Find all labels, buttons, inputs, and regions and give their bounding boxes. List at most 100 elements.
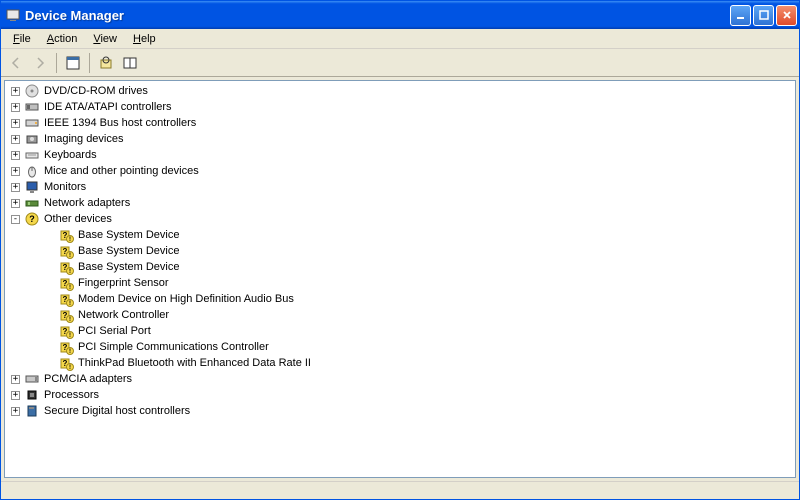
- category-label: IDE ATA/ATAPI controllers: [44, 101, 172, 113]
- category-label: Mice and other pointing devices: [44, 165, 199, 177]
- tree-category[interactable]: + PCMCIA adapters: [5, 371, 795, 387]
- pcmcia-icon: [24, 371, 40, 387]
- device-label: Base System Device: [78, 245, 179, 257]
- tree-category[interactable]: + IDE ATA/ATAPI controllers: [5, 99, 795, 115]
- expand-icon[interactable]: +: [11, 167, 20, 176]
- warning-icon: ?!: [58, 227, 74, 243]
- expand-icon[interactable]: +: [11, 375, 20, 384]
- tree-device[interactable]: ?! Fingerprint Sensor: [5, 275, 795, 291]
- ide-icon: [24, 99, 40, 115]
- device-tree[interactable]: + DVD/CD-ROM drives + IDE ATA/ATAPI control…: [5, 81, 795, 477]
- device-label: PCI Simple Communications Controller: [78, 341, 269, 353]
- expand-icon[interactable]: +: [11, 199, 20, 208]
- tree-category[interactable]: + Secure Digital host controllers: [5, 403, 795, 419]
- back-button: [5, 52, 27, 74]
- tree-category[interactable]: + DVD/CD-ROM drives: [5, 83, 795, 99]
- warning-icon: ?!: [58, 243, 74, 259]
- forward-button: [29, 52, 51, 74]
- device-manager-window: Device Manager File Action View Help + DV…: [0, 0, 800, 500]
- category-label: Imaging devices: [44, 133, 124, 145]
- svg-text:!: !: [69, 365, 71, 371]
- device-label: Fingerprint Sensor: [78, 277, 169, 289]
- category-label: DVD/CD-ROM drives: [44, 85, 148, 97]
- menu-file[interactable]: File: [5, 31, 39, 47]
- expand-icon[interactable]: +: [11, 407, 20, 416]
- category-label: PCMCIA adapters: [44, 373, 132, 385]
- tree-category[interactable]: + Mice and other pointing devices: [5, 163, 795, 179]
- mouse-icon: [24, 163, 40, 179]
- tree-device[interactable]: ?! PCI Simple Communications Controller: [5, 339, 795, 355]
- category-label: IEEE 1394 Bus host controllers: [44, 117, 196, 129]
- warning-icon: ?!: [58, 307, 74, 323]
- statusbar: [1, 481, 799, 499]
- tree-category[interactable]: + Processors: [5, 387, 795, 403]
- app-icon: [5, 7, 21, 23]
- tree-device[interactable]: ?! PCI Serial Port: [5, 323, 795, 339]
- imaging-icon: [24, 131, 40, 147]
- menubar: File Action View Help: [1, 29, 799, 49]
- monitor-icon: [24, 179, 40, 195]
- scan-button[interactable]: [95, 52, 117, 74]
- collapse-icon[interactable]: -: [11, 215, 20, 224]
- tree-category[interactable]: + Keyboards: [5, 147, 795, 163]
- window-controls: [730, 5, 797, 26]
- expand-icon[interactable]: +: [11, 119, 20, 128]
- warning-icon: ?!: [58, 339, 74, 355]
- category-label: Other devices: [44, 213, 112, 225]
- tree-device[interactable]: ?! Network Controller: [5, 307, 795, 323]
- device-label: Base System Device: [78, 229, 179, 241]
- minimize-button[interactable]: [730, 5, 751, 26]
- toolbar-separator: [89, 53, 90, 73]
- tree-category[interactable]: + Imaging devices: [5, 131, 795, 147]
- svg-text:?: ?: [29, 214, 35, 224]
- tree-category-other-devices[interactable]: -? Other devices: [5, 211, 795, 227]
- device-label: PCI Serial Port: [78, 325, 151, 337]
- device-label: ThinkPad Bluetooth with Enhanced Data Ra…: [78, 357, 311, 369]
- expand-icon[interactable]: +: [11, 135, 20, 144]
- sd-icon: [24, 403, 40, 419]
- expand-icon[interactable]: +: [11, 87, 20, 96]
- disc-icon: [24, 83, 40, 99]
- category-label: Secure Digital host controllers: [44, 405, 190, 417]
- tree-device[interactable]: ?! ThinkPad Bluetooth with Enhanced Data …: [5, 355, 795, 371]
- toolbar: [1, 49, 799, 77]
- tree-device[interactable]: ?! Modem Device on High Definition Audio …: [5, 291, 795, 307]
- menu-action[interactable]: Action: [39, 31, 86, 47]
- toolbar-separator: [56, 53, 57, 73]
- warning-icon: ?!: [58, 355, 74, 371]
- expand-icon[interactable]: +: [11, 151, 20, 160]
- tree-device[interactable]: ?! Base System Device: [5, 243, 795, 259]
- expand-icon[interactable]: +: [11, 103, 20, 112]
- device-label: Network Controller: [78, 309, 169, 321]
- warning-icon: ?!: [58, 275, 74, 291]
- expand-icon[interactable]: +: [11, 183, 20, 192]
- category-label: Processors: [44, 389, 99, 401]
- keyboard-icon: [24, 147, 40, 163]
- warning-icon: ?!: [58, 323, 74, 339]
- device-label: Modem Device on High Definition Audio Bu…: [78, 293, 294, 305]
- device-label: Base System Device: [78, 261, 179, 273]
- window-title: Device Manager: [25, 8, 730, 23]
- tree-category[interactable]: + Network adapters: [5, 195, 795, 211]
- ieee-icon: [24, 115, 40, 131]
- cpu-icon: [24, 387, 40, 403]
- close-button[interactable]: [776, 5, 797, 26]
- category-label: Network adapters: [44, 197, 130, 209]
- menu-view[interactable]: View: [85, 31, 125, 47]
- menu-help[interactable]: Help: [125, 31, 164, 47]
- warning-icon: ?!: [58, 291, 74, 307]
- tree-device[interactable]: ?! Base System Device: [5, 227, 795, 243]
- show-hidden-button[interactable]: [119, 52, 141, 74]
- expand-icon[interactable]: +: [11, 391, 20, 400]
- network-icon: [24, 195, 40, 211]
- properties-button[interactable]: [62, 52, 84, 74]
- warning-icon: ?!: [58, 259, 74, 275]
- tree-device[interactable]: ?! Base System Device: [5, 259, 795, 275]
- titlebar[interactable]: Device Manager: [1, 1, 799, 29]
- content-area: + DVD/CD-ROM drives + IDE ATA/ATAPI control…: [4, 80, 796, 478]
- maximize-button[interactable]: [753, 5, 774, 26]
- tree-category[interactable]: + IEEE 1394 Bus host controllers: [5, 115, 795, 131]
- category-label: Keyboards: [44, 149, 97, 161]
- tree-category[interactable]: + Monitors: [5, 179, 795, 195]
- category-label: Monitors: [44, 181, 86, 193]
